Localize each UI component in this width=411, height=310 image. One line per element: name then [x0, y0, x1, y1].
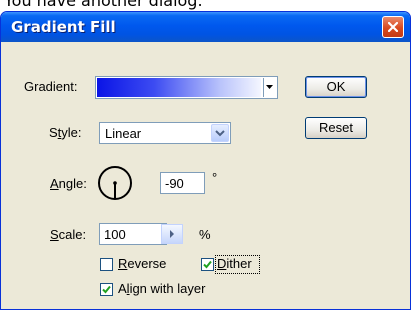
scale-slider-button[interactable]: [161, 224, 183, 244]
gradient-picker[interactable]: [95, 76, 278, 99]
checkmark-icon: [102, 285, 111, 294]
percent-symbol: %: [199, 227, 211, 242]
scale-input[interactable]: 100: [99, 223, 167, 245]
scale-label: Scale:: [50, 227, 87, 242]
ok-button[interactable]: OK: [305, 76, 367, 98]
angle-label: Angle:: [50, 176, 87, 191]
caption-text: You have another dialog.: [4, 0, 203, 10]
gradient-label: Gradient:: [24, 79, 78, 94]
close-icon: [388, 22, 398, 32]
angle-input[interactable]: -90: [160, 172, 205, 194]
dialog-body: Gradient: OK Reset Style: Linear Angle:: [4, 42, 407, 309]
reverse-checkbox[interactable]: [100, 258, 113, 271]
style-value: Linear: [105, 126, 142, 141]
angle-dial[interactable]: [97, 165, 133, 201]
style-select[interactable]: Linear: [99, 122, 231, 144]
gradient-preview: [97, 78, 261, 97]
dither-checkbox[interactable]: [201, 258, 214, 271]
reset-button[interactable]: Reset: [305, 117, 367, 139]
gradient-dropdown-button[interactable]: [263, 78, 276, 97]
triangle-down-icon: [266, 85, 273, 89]
triangle-right-icon: [170, 230, 174, 238]
gradient-fill-dialog: Gradient Fill Gradient: OK Reset Style: …: [0, 11, 411, 310]
style-dropdown-button[interactable]: [211, 124, 229, 142]
reverse-label[interactable]: Reverse: [118, 256, 166, 271]
align-with-layer-label[interactable]: Align with layer: [118, 281, 205, 296]
close-button[interactable]: [382, 16, 404, 38]
style-label: Style:: [49, 125, 82, 140]
title-bar[interactable]: Gradient Fill: [1, 12, 410, 42]
degree-symbol: °: [212, 170, 218, 185]
align-with-layer-checkbox[interactable]: [100, 283, 113, 296]
checkmark-icon: [203, 260, 212, 269]
chevron-down-icon: [215, 130, 225, 137]
dialog-title: Gradient Fill: [11, 18, 116, 36]
dither-label[interactable]: Dither: [217, 256, 252, 271]
